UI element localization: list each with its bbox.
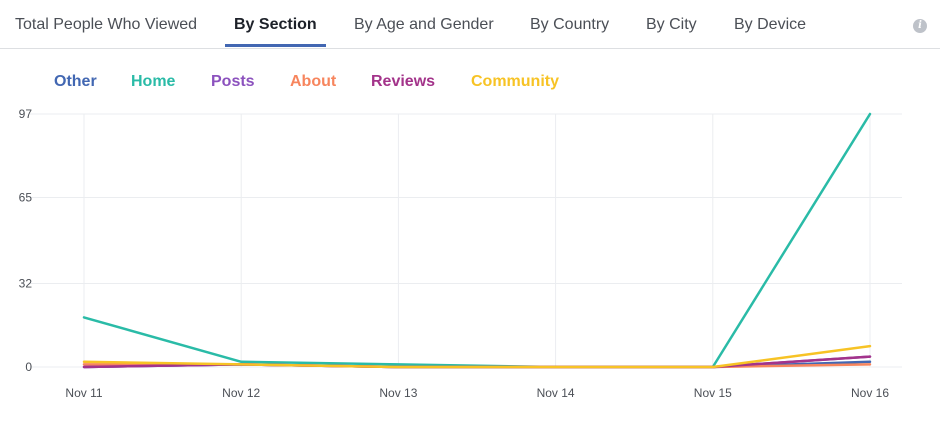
y-tick-label: 0 <box>25 360 32 374</box>
chart-series <box>82 112 872 369</box>
y-tick-label: 97 <box>19 107 33 121</box>
x-tick-label: Nov 12 <box>222 386 260 400</box>
y-tick-label: 65 <box>19 190 33 204</box>
chart-grid <box>30 113 902 368</box>
x-tick-label: Nov 15 <box>694 386 732 400</box>
y-tick-label: 32 <box>19 277 33 291</box>
x-tick-label: Nov 11 <box>65 386 102 400</box>
line-chart: 0 32 65 97 Nov 11 Nov 12 Nov 13 Nov 14 Nov 15 Nov… <box>19 107 902 400</box>
x-tick-label: Nov 16 <box>851 386 889 400</box>
x-tick-label: Nov 14 <box>537 386 575 400</box>
series-line-home[interactable] <box>82 112 872 369</box>
x-tick-label: Nov 13 <box>379 386 417 400</box>
chart-tick-labels: 0 32 65 97 Nov 11 Nov 12 Nov 13 Nov 14 Nov 15 Nov… <box>19 107 890 400</box>
